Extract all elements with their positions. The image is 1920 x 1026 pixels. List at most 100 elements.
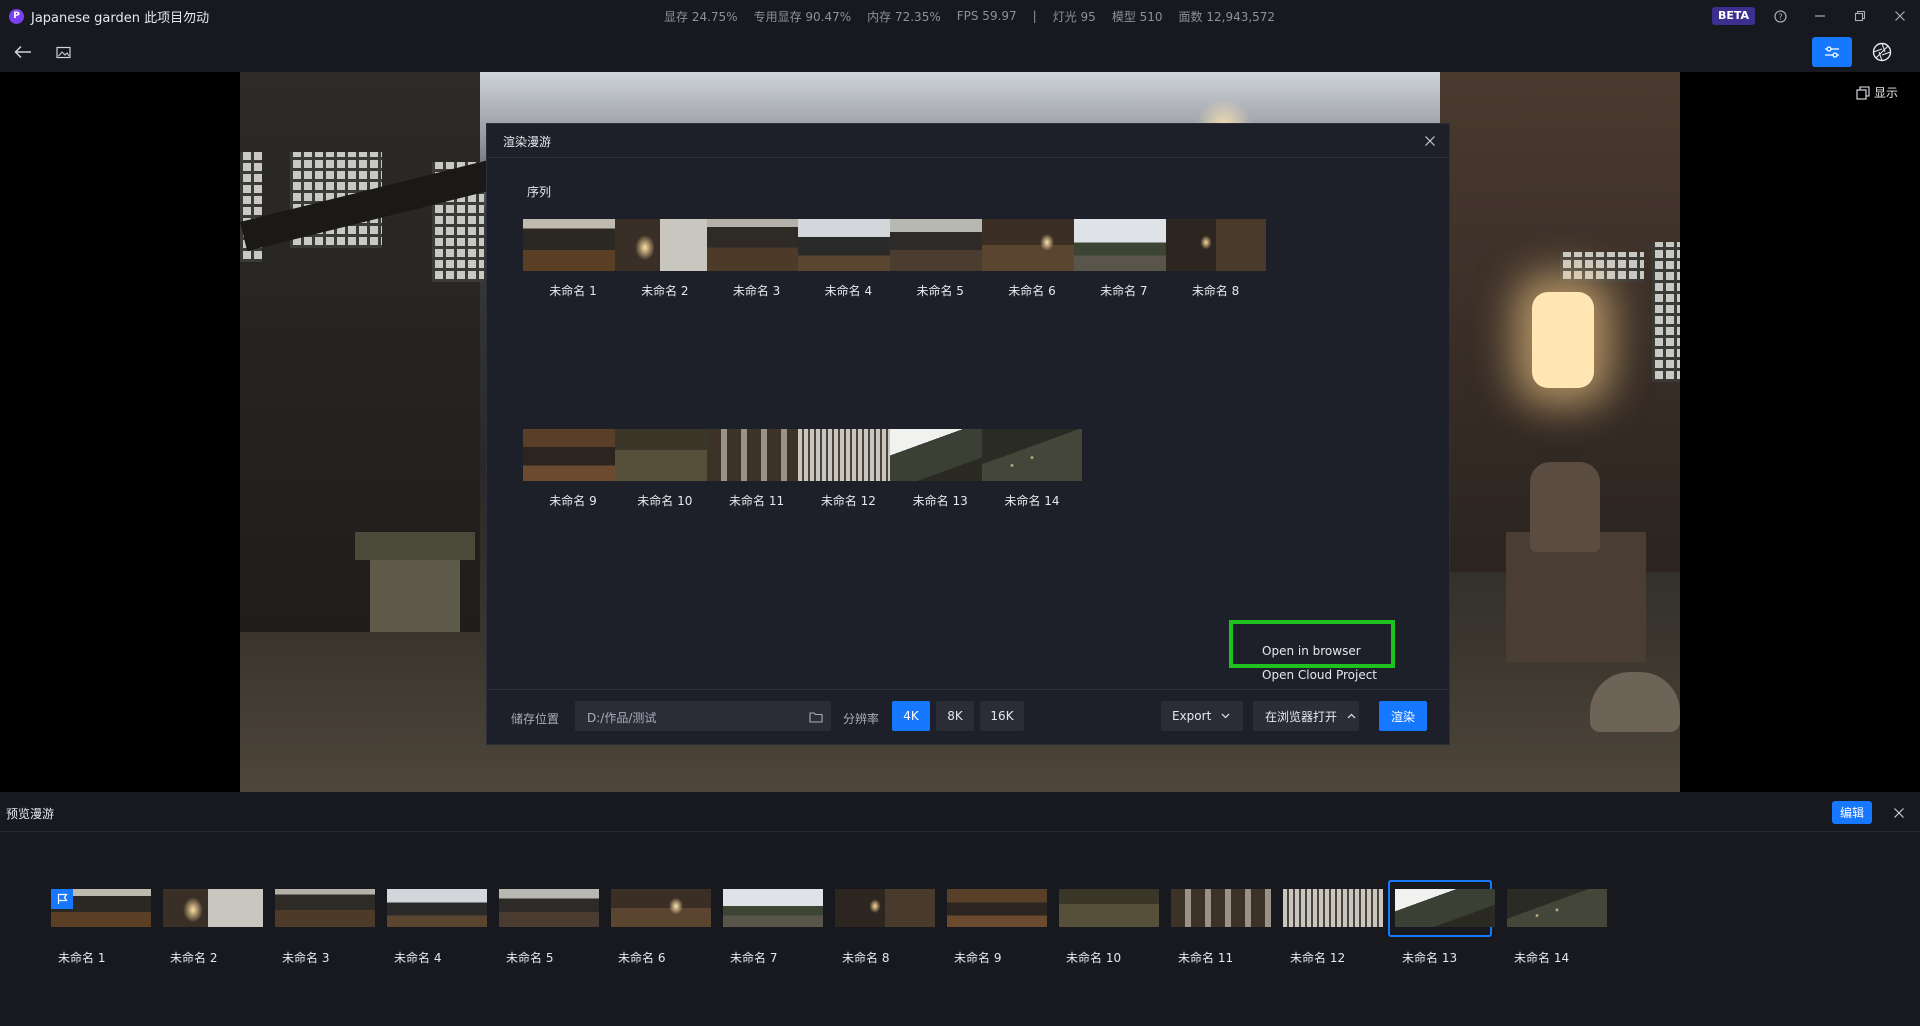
preview-item[interactable]: 未命名 10 xyxy=(1058,889,1160,966)
adjust-settings-button[interactable] xyxy=(1812,37,1852,67)
beta-badge: BETA xyxy=(1712,7,1756,25)
sequence-name: 未命名 8 xyxy=(1191,284,1240,298)
preview-title: 预览漫游 xyxy=(6,807,55,821)
paper-lantern xyxy=(1532,292,1594,388)
sequence-item[interactable]: 未命名 11 xyxy=(706,429,807,509)
preview-item[interactable]: 未命名 8 xyxy=(834,889,936,966)
vram-stat: 显存 24.75% xyxy=(664,9,738,24)
preview-thumbnail[interactable] xyxy=(723,889,823,927)
sequence-item[interactable]: 未命名 9 xyxy=(523,429,623,509)
flag-icon xyxy=(51,889,73,909)
sequence-item[interactable]: 未命名 7 xyxy=(1073,219,1174,299)
sequence-item[interactable]: 未命名 3 xyxy=(706,219,807,299)
preview-item[interactable]: 未命名 6 xyxy=(610,889,712,966)
preview-thumbnail[interactable] xyxy=(1507,889,1607,927)
preview-item[interactable]: 未命名 9 xyxy=(946,889,1048,966)
preview-item[interactable]: 未命名 14 xyxy=(1506,889,1608,966)
preview-item[interactable]: 未命名 4 xyxy=(386,889,488,966)
sequence-thumbnail[interactable] xyxy=(706,429,807,481)
resolution-16k-button[interactable]: 16K xyxy=(980,701,1024,731)
resolution-8k-button[interactable]: 8K xyxy=(936,701,974,731)
sequence-name: 未命名 2 xyxy=(641,284,689,298)
title-bar: P Japanese garden 此项目勿动 显存 24.75% 专用显存 9… xyxy=(0,0,1920,32)
export-dropdown[interactable]: Export xyxy=(1161,701,1243,731)
preview-thumbnail[interactable] xyxy=(947,889,1047,927)
project-title: Japanese garden 此项目勿动 xyxy=(31,10,210,26)
display-toggle[interactable]: 显示 xyxy=(1856,84,1898,101)
fox-statue xyxy=(1530,462,1600,552)
sequence-thumbnail[interactable] xyxy=(982,429,1082,481)
preview-thumbnail[interactable] xyxy=(387,889,487,927)
preview-item[interactable]: 未命名 13 xyxy=(1388,880,1496,966)
preview-name: 未命名 6 xyxy=(618,951,666,965)
render-button[interactable]: 渲染 xyxy=(1379,701,1427,731)
preview-item[interactable]: 未命名 7 xyxy=(722,889,824,966)
sequence-thumbnail[interactable] xyxy=(614,219,715,271)
preview-thumbnail[interactable] xyxy=(275,889,375,927)
preview-thumbnail[interactable] xyxy=(1171,889,1271,927)
sequence-item[interactable]: 未命名 10 xyxy=(614,429,715,509)
menu-item-open-cloud-project[interactable]: Open Cloud Project xyxy=(1262,668,1377,682)
restore-icon[interactable] xyxy=(1843,0,1877,32)
sequence-thumbnail[interactable] xyxy=(523,429,623,481)
sequence-name: 未命名 12 xyxy=(820,494,876,508)
back-arrow-icon[interactable] xyxy=(10,40,36,64)
preview-thumbnail[interactable] xyxy=(1283,889,1383,927)
sequence-thumbnail[interactable] xyxy=(982,219,1082,271)
preview-thumbnail[interactable] xyxy=(1059,889,1159,927)
preview-thumbnail[interactable] xyxy=(1395,889,1495,927)
close-icon[interactable] xyxy=(1419,130,1441,152)
sequence-thumbnail[interactable] xyxy=(523,219,623,271)
edit-button[interactable]: 编辑 xyxy=(1832,801,1872,824)
sequence-thumbnail[interactable] xyxy=(1165,219,1266,271)
sequence-item[interactable]: 未命名 5 xyxy=(890,219,991,299)
export-label: Export xyxy=(1172,709,1212,723)
close-window-icon[interactable] xyxy=(1883,0,1917,32)
sequence-item[interactable]: 未命名 8 xyxy=(1165,219,1266,299)
fps-stat: FPS 59.97 xyxy=(956,9,1017,23)
sequence-thumbnail[interactable] xyxy=(798,429,899,481)
preview-thumbnail[interactable] xyxy=(163,889,263,927)
preview-name: 未命名 8 xyxy=(842,951,890,965)
preview-name: 未命名 1 xyxy=(58,951,106,965)
preview-item[interactable]: 未命名 5 xyxy=(498,889,600,966)
performance-stats: 显存 24.75% 专用显存 90.47% 内存 72.35% FPS 59.9… xyxy=(664,0,1275,32)
preview-item[interactable]: 未命名 2 xyxy=(162,889,264,966)
sequence-thumbnail[interactable] xyxy=(706,219,807,271)
close-icon[interactable] xyxy=(1888,802,1910,824)
preview-item[interactable]: 未命名 1 xyxy=(50,889,152,966)
sequence-item[interactable]: 未命名 4 xyxy=(798,219,899,299)
sequence-item[interactable]: 未命名 13 xyxy=(890,429,991,509)
stone-lantern-roof xyxy=(355,532,475,560)
preview-thumbnail[interactable] xyxy=(835,889,935,927)
preview-thumbnail[interactable] xyxy=(611,889,711,927)
preview-item[interactable]: 未命名 3 xyxy=(274,889,376,966)
sequence-thumbnail[interactable] xyxy=(798,219,899,271)
sequence-item[interactable]: 未命名 14 xyxy=(982,429,1082,509)
preview-thumbnail[interactable] xyxy=(499,889,599,927)
sequence-item[interactable]: 未命名 6 xyxy=(982,219,1082,299)
preview-item[interactable]: 未命名 12 xyxy=(1282,889,1384,966)
sequence-item[interactable]: 未命名 1 xyxy=(523,219,623,299)
storage-location-label: 储存位置 xyxy=(511,712,560,726)
preview-name: 未命名 12 xyxy=(1290,951,1346,965)
help-icon[interactable]: ? xyxy=(1763,0,1797,32)
sequence-thumbnail[interactable] xyxy=(890,429,991,481)
resolution-label: 分辨率 xyxy=(843,712,880,726)
sequence-thumbnail[interactable] xyxy=(614,429,715,481)
image-icon[interactable] xyxy=(50,40,76,64)
preview-item[interactable]: 未命名 11 xyxy=(1170,889,1272,966)
resolution-4k-button[interactable]: 4K xyxy=(892,701,930,731)
folder-icon[interactable] xyxy=(809,708,823,727)
sequence-item[interactable]: 未命名 2 xyxy=(614,219,715,299)
open-in-browser-dropdown[interactable]: 在浏览器打开 xyxy=(1253,701,1359,731)
render-camera-button[interactable] xyxy=(1868,38,1896,66)
sequence-thumbnail[interactable] xyxy=(1073,219,1174,271)
dialog-footer: 储存位置 D:/作品/测试 分辨率 4K 8K 16K Export 在浏览器打… xyxy=(487,689,1449,745)
faces-stat: 面数 12,943,572 xyxy=(1178,9,1276,24)
sequence-item[interactable]: 未命名 12 xyxy=(798,429,899,509)
storage-path-field[interactable]: D:/作品/测试 xyxy=(575,701,831,731)
preview-thumbnail[interactable] xyxy=(51,889,151,927)
minimize-icon[interactable] xyxy=(1803,0,1837,32)
sequence-thumbnail[interactable] xyxy=(890,219,991,271)
